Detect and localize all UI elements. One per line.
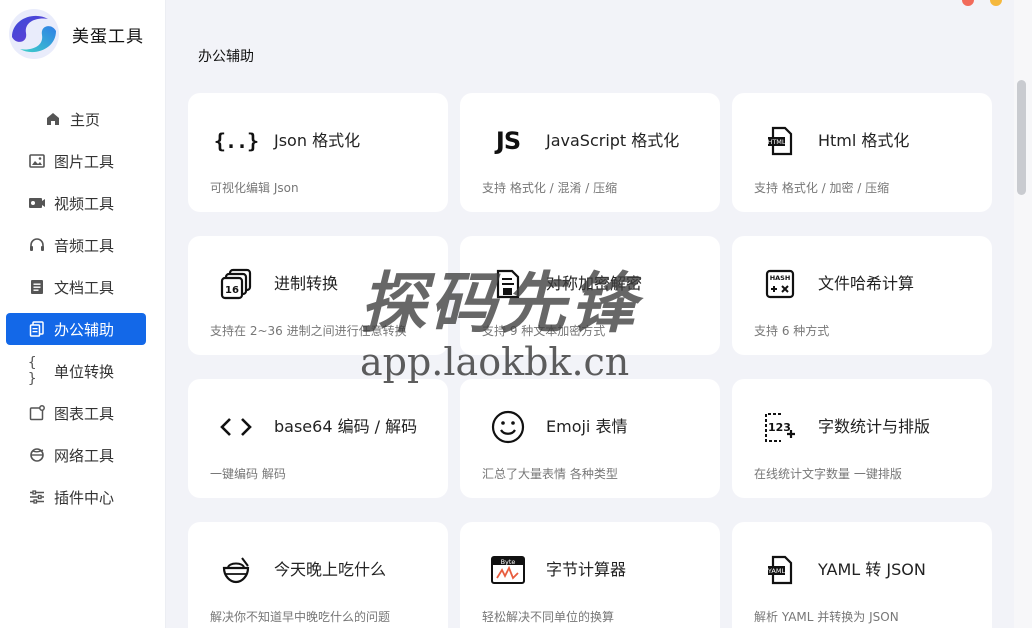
sidebar-item-document-tools[interactable]: 文档工具 [6,271,146,303]
tool-card-desc: 支持在 2~36 进制之间进行任意转换 [210,324,407,338]
sidebar-item-label: 单位转换 [54,362,115,381]
tool-card-desc: 支持 9 种文本加密方式 [482,324,606,338]
tool-card-desc: 一键编码 解码 [210,467,286,481]
tool-card-title: 对称加密解密 [546,274,643,293]
sidebar-item-office[interactable]: 办公辅助 [6,313,146,345]
chart-icon [28,404,46,422]
tool-card-title: base64 编码 / 解码 [274,417,418,436]
sidebar-nav: 主页 图片工具 视频工具 音频工具 文档工具 办公辅助 {} 单位转换 图表工… [0,103,166,523]
office-icon [28,320,46,338]
main-content: 办公辅助 {..} Json 格式化 可视化编辑 Json JS JavaScr… [166,0,1032,628]
braces-icon: { } [28,355,37,387]
tool-card-desc: 支持 格式化 / 加密 / 压缩 [754,181,890,195]
sidebar-item-label: 图表工具 [54,404,115,423]
brand: 美蛋工具 [4,6,144,62]
video-icon [28,194,46,212]
svg-text:YAML: YAML [767,567,786,575]
sidebar-item-label: 音频工具 [54,236,115,255]
tool-card-desc: 在线统计文字数量 一键排版 [754,467,902,481]
byte-icon: Byte [490,552,526,588]
food-bowl-icon [218,552,254,588]
lock-file-icon [490,266,526,302]
number-count-icon: 123 [762,409,798,445]
app-window: 美蛋工具 主页 图片工具 视频工具 音频工具 文档工具 办公辅助 {} 单位转… [0,0,1032,628]
tool-card-title: 字数统计与排版 [818,417,931,436]
tool-card-html-format[interactable]: HTML Html 格式化 支持 格式化 / 加密 / 压缩 [732,93,992,212]
tool-card-title: 字节计算器 [546,560,627,579]
sidebar-item-chart-tools[interactable]: 图表工具 [6,397,146,429]
tool-card-json-format[interactable]: {..} Json 格式化 可视化编辑 Json [188,93,448,212]
tool-card-title: Emoji 表情 [546,417,628,436]
tool-card-desc: 汇总了大量表情 各种类型 [482,467,618,481]
image-icon [28,152,46,170]
tool-card-dinner-picker[interactable]: 今天晚上吃什么 解决你不知道早中晚吃什么的问题 [188,522,448,628]
json-braces-icon: {..} [213,129,259,153]
app-name: 美蛋工具 [72,26,144,47]
sidebar-item-label: 文档工具 [54,278,115,297]
sidebar-item-label: 视频工具 [54,194,115,213]
code-brackets-icon [218,409,254,445]
tool-grid: {..} Json 格式化 可视化编辑 Json JS JavaScript 格… [188,93,992,628]
tool-card-js-format[interactable]: JS JavaScript 格式化 支持 格式化 / 混淆 / 压缩 [460,93,720,212]
tool-card-desc: 解析 YAML 并转换为 JSON [754,610,899,624]
scrollbar-thumb[interactable] [1017,80,1026,195]
home-icon [44,110,62,128]
tool-card-desc: 轻松解决不同单位的换算 [482,610,615,624]
yaml-file-icon: YAML [762,552,798,588]
svg-text:HTML: HTML [767,138,785,146]
tool-card-desc: 支持 6 种方式 [754,324,830,338]
section-title: 办公辅助 [198,49,254,65]
html-file-icon: HTML [762,123,798,159]
tool-card-emoji[interactable]: Emoji 表情 汇总了大量表情 各种类型 [460,379,720,498]
tool-card-desc: 支持 格式化 / 混淆 / 压缩 [482,181,618,195]
tool-card-file-hash[interactable]: HASH 文件哈希计算 支持 6 种方式 [732,236,992,355]
tool-card-yaml-to-json[interactable]: YAML YAML 转 JSON 解析 YAML 并转换为 JSON [732,522,992,628]
tool-card-symmetric-encryption[interactable]: 对称加密解密 支持 9 种文本加密方式 [460,236,720,355]
sidebar-item-label: 插件中心 [54,488,115,507]
headphones-icon [28,236,46,254]
sidebar-item-unit-conversion[interactable]: { } 单位转换 [6,355,146,387]
hash-calculator-icon: HASH [762,266,798,302]
sliders-icon [28,488,46,506]
network-icon [28,446,46,464]
tool-card-title: 今天晚上吃什么 [274,560,387,579]
tool-card-title: YAML 转 JSON [818,560,926,579]
window-controls [962,0,1002,6]
sidebar-item-image-tools[interactable]: 图片工具 [6,145,146,177]
sidebar-item-label: 网络工具 [54,446,115,465]
minimize-window-button[interactable] [990,0,1002,6]
app-logo-icon [9,9,59,59]
sidebar-item-audio-tools[interactable]: 音频工具 [6,229,146,261]
tool-card-word-count[interactable]: 123 字数统计与排版 在线统计文字数量 一键排版 [732,379,992,498]
sidebar-item-network-tools[interactable]: 网络工具 [6,439,146,471]
sidebar-item-plugin-center[interactable]: 插件中心 [6,481,146,513]
document-icon [28,278,46,296]
sidebar-item-label: 主页 [70,110,101,129]
sidebar-item-label: 办公辅助 [54,320,115,339]
sidebar-item-home[interactable]: 主页 [6,103,146,135]
tool-card-base64[interactable]: base64 编码 / 解码 一键编码 解码 [188,379,448,498]
tool-card-title: 文件哈希计算 [818,274,915,293]
close-window-button[interactable] [962,0,974,6]
tool-card-title: 进制转换 [274,274,339,293]
tool-card-title: Html 格式化 [818,131,910,150]
smiley-icon [490,409,526,445]
svg-text:Byte: Byte [501,558,516,566]
base-16-icon: 16 [218,266,254,302]
sidebar: 美蛋工具 主页 图片工具 视频工具 音频工具 文档工具 办公辅助 {} 单位转… [0,0,166,628]
tool-card-desc: 解决你不知道早中晚吃什么的问题 [210,610,391,624]
tool-card-title: JavaScript 格式化 [546,131,680,150]
tool-card-title: Json 格式化 [274,131,361,150]
svg-text:123: 123 [768,421,791,434]
tool-card-desc: 可视化编辑 Json [210,181,299,195]
sidebar-item-label: 图片工具 [54,152,115,171]
js-icon: JS [495,127,521,155]
svg-text:16: 16 [225,285,239,296]
tool-card-base-conversion[interactable]: 16 进制转换 支持在 2~36 进制之间进行任意转换 [188,236,448,355]
tool-card-byte-calculator[interactable]: Byte 字节计算器 轻松解决不同单位的换算 [460,522,720,628]
sidebar-item-video-tools[interactable]: 视频工具 [6,187,146,219]
svg-text:HASH: HASH [770,274,791,282]
